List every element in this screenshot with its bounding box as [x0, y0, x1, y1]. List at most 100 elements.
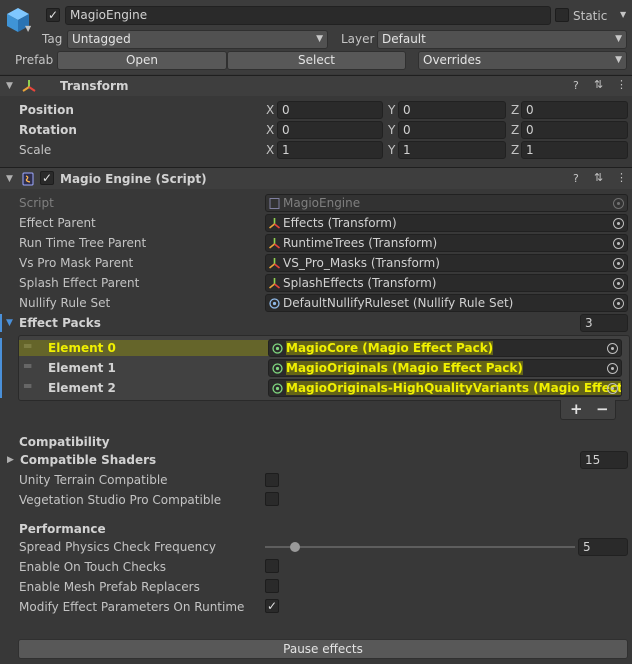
element-0-field[interactable]: MagioCore (Magio Effect Pack)	[268, 339, 622, 357]
object-picker-icon[interactable]	[613, 258, 624, 269]
run-time-tree-parent-field[interactable]: RuntimeTrees (Transform)	[265, 234, 628, 252]
scale-x-field[interactable]: 1	[277, 141, 383, 159]
object-name-field[interactable]: MagioEngine	[65, 6, 551, 25]
position-label: Position	[19, 103, 74, 117]
element-label: Element 1	[48, 361, 116, 375]
effect-parent-label: Effect Parent	[19, 216, 96, 230]
object-picker-icon[interactable]	[613, 278, 624, 289]
element-1-field[interactable]: MagioOriginals (Magio Effect Pack)	[268, 359, 622, 377]
axis-x-label[interactable]: X	[266, 102, 274, 118]
vegetation-studio-checkbox[interactable]	[265, 492, 279, 506]
effect-parent-field[interactable]: Effects (Transform)	[265, 214, 628, 232]
drag-handle-icon[interactable]: ═	[24, 359, 31, 373]
script-component-title: Magio Engine (Script)	[60, 172, 207, 186]
object-picker-icon[interactable]	[607, 383, 618, 394]
scale-y-field[interactable]: 1	[398, 141, 506, 159]
splash-effect-parent-field[interactable]: SplashEffects (Transform)	[265, 274, 628, 292]
unity-terrain-checkbox[interactable]	[265, 473, 279, 487]
rotation-z-field[interactable]: 0	[521, 121, 628, 139]
slider-thumb[interactable]	[290, 542, 300, 552]
effect-packs-label[interactable]: Effect Packs	[19, 315, 101, 331]
run-time-tree-parent-value: RuntimeTrees (Transform)	[283, 236, 438, 250]
list-item[interactable]: ═ Element 0 MagioCore (Magio Effect Pack…	[19, 338, 630, 358]
preset-icon[interactable]: ⇅	[594, 171, 603, 184]
static-label: Static	[573, 9, 608, 23]
foldout-arrow-icon[interactable]: ▶	[7, 455, 14, 465]
modify-effect-label: Modify Effect Parameters On Runtime	[19, 600, 245, 614]
remove-element-button[interactable]: −	[596, 400, 609, 418]
object-picker-icon[interactable]	[613, 298, 624, 309]
axis-y-label[interactable]: Y	[388, 142, 395, 158]
kebab-menu-icon[interactable]: ⋮	[616, 171, 627, 184]
active-toggle[interactable]: ✓	[46, 8, 60, 22]
tag-dropdown[interactable]: Untagged ▼	[67, 30, 328, 49]
scriptable-object-icon	[272, 363, 283, 374]
component-enabled-toggle[interactable]: ✓	[40, 171, 54, 185]
position-x-field[interactable]: 0	[277, 101, 383, 119]
foldout-arrow-icon[interactable]: ▼	[6, 81, 13, 91]
object-picker-icon[interactable]	[607, 363, 618, 374]
object-picker-icon	[613, 198, 624, 209]
kebab-menu-icon[interactable]: ⋮	[616, 78, 627, 91]
object-picker-icon[interactable]	[613, 238, 624, 249]
scriptable-object-icon	[272, 383, 283, 394]
position-y-field[interactable]: 0	[398, 101, 506, 119]
nullify-rule-set-value: DefaultNullifyRuleset (Nullify Rule Set)	[283, 296, 514, 310]
spread-physics-value-field[interactable]: 5	[578, 538, 628, 556]
compatible-shaders-label[interactable]: Compatible Shaders	[20, 452, 156, 468]
object-picker-icon[interactable]	[613, 218, 624, 229]
chevron-down-icon[interactable]: ▼	[25, 24, 31, 33]
transform-header[interactable]: ▼ Transform ? ⇅ ⋮	[0, 75, 632, 96]
script-value: MagioEngine	[283, 196, 361, 210]
position-z-field[interactable]: 0	[521, 101, 628, 119]
axis-x-label[interactable]: X	[266, 142, 274, 158]
pause-effects-button[interactable]: Pause effects	[18, 639, 628, 659]
list-item[interactable]: ═ Element 2 MagioOriginals-HighQualityVa…	[19, 378, 630, 398]
help-icon[interactable]: ?	[573, 79, 579, 92]
scriptable-object-icon	[272, 343, 283, 354]
vs-pro-mask-parent-field[interactable]: VS_Pro_Masks (Transform)	[265, 254, 628, 272]
axis-y-label[interactable]: Y	[388, 122, 395, 138]
modify-effect-checkbox[interactable]: ✓	[265, 599, 279, 613]
chevron-down-icon[interactable]: ▼	[620, 10, 626, 19]
scale-z-field[interactable]: 1	[521, 141, 628, 159]
element-0-value: MagioCore (Magio Effect Pack)	[286, 341, 494, 355]
axis-z-label[interactable]: Z	[511, 122, 519, 138]
foldout-arrow-icon[interactable]: ▼	[6, 174, 13, 184]
add-element-button[interactable]: +	[570, 400, 583, 418]
transform-axes-icon	[22, 80, 36, 92]
vegetation-studio-label: Vegetation Studio Pro Compatible	[19, 493, 222, 507]
touch-checks-checkbox[interactable]	[265, 559, 279, 573]
prefab-select-button[interactable]: Select	[227, 51, 406, 70]
mesh-prefab-checkbox[interactable]	[265, 579, 279, 593]
help-icon[interactable]: ?	[573, 172, 579, 185]
element-label: Element 2	[48, 381, 116, 395]
nullify-rule-set-field[interactable]: DefaultNullifyRuleset (Nullify Rule Set)	[265, 294, 628, 312]
effect-packs-count-field[interactable]: 3	[580, 314, 628, 332]
object-picker-icon[interactable]	[607, 343, 618, 354]
script-component-header[interactable]: ▼ ✓ Magio Engine (Script) ? ⇅ ⋮	[0, 167, 632, 189]
drag-handle-icon[interactable]: ═	[24, 379, 31, 393]
rotation-y-field[interactable]: 0	[398, 121, 506, 139]
axis-y-label[interactable]: Y	[388, 102, 395, 118]
spread-physics-slider[interactable]	[265, 538, 575, 556]
compatible-shaders-count-field[interactable]: 15	[580, 451, 628, 469]
compatibility-heading: Compatibility	[19, 435, 110, 449]
axis-z-label[interactable]: Z	[511, 142, 519, 158]
axis-z-label[interactable]: Z	[511, 102, 519, 118]
mesh-prefab-label: Enable Mesh Prefab Replacers	[19, 580, 200, 594]
axis-x-label[interactable]: X	[266, 122, 274, 138]
touch-checks-label: Enable On Touch Checks	[19, 560, 166, 574]
transform-title: Transform	[60, 79, 129, 93]
list-item[interactable]: ═ Element 1 MagioOriginals (Magio Effect…	[19, 358, 630, 378]
layer-dropdown[interactable]: Default ▼	[377, 30, 627, 49]
static-toggle[interactable]	[555, 8, 569, 22]
chevron-down-icon: ▼	[615, 55, 622, 65]
prefab-open-button[interactable]: Open	[57, 51, 227, 70]
foldout-arrow-icon[interactable]: ▼	[6, 318, 13, 328]
element-2-field[interactable]: MagioOriginals-HighQualityVariants (Magi…	[268, 379, 622, 397]
prefab-label: Prefab	[15, 53, 54, 67]
rotation-x-field[interactable]: 0	[277, 121, 383, 139]
overrides-dropdown[interactable]: Overrides ▼	[418, 51, 627, 70]
preset-icon[interactable]: ⇅	[594, 78, 603, 91]
